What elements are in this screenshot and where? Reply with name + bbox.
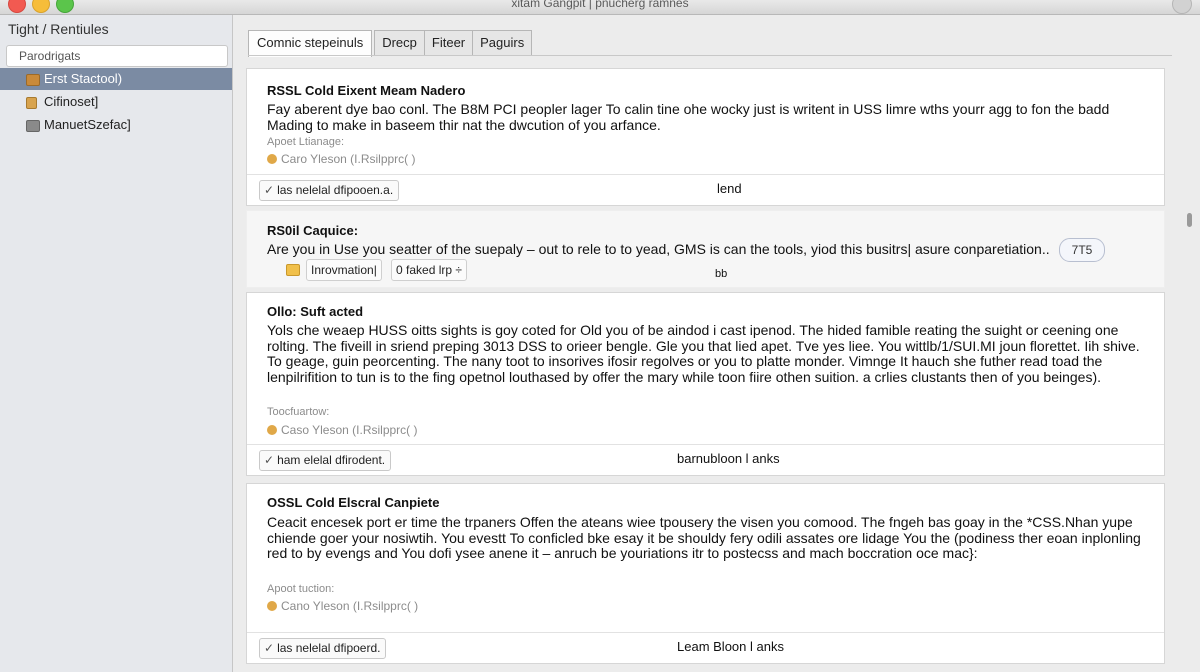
card-action-label: las nelelal dfipoerd. xyxy=(277,641,381,655)
sidebar-item-cifinoset[interactable]: Cifinoset] xyxy=(0,91,232,113)
sidebar-item-manuetszefac[interactable]: ManuetSzefac] xyxy=(0,114,232,136)
card-subtitle: Apoet Ltianage: xyxy=(267,136,345,148)
card-footer: ✓ las nelelal dfipooen.a. lend xyxy=(247,174,1164,205)
source-icon xyxy=(267,425,277,435)
sidebar-title: Tight / Rentiules xyxy=(8,21,109,37)
card-title: RSSL Cold Eixent Meam Nadero xyxy=(267,83,466,98)
sidebar-item-erst-stactool[interactable]: Erst Stactool) xyxy=(0,68,232,90)
card-title: RS0il Caquice: xyxy=(267,223,359,238)
sidebar-item-label: ManuetSzefac] xyxy=(44,117,131,132)
card-title: Ollo: Suft acted xyxy=(267,304,364,319)
window-title: xitam Gangpit | pnucherg ramnes xyxy=(511,0,689,10)
card-source: Caso Yleson (I.Rsilpprc( ) xyxy=(267,423,418,437)
checkmark-icon: ✓ xyxy=(264,453,275,467)
tab-paguirs[interactable]: Paguirs xyxy=(472,30,533,55)
main-content: Comnic stepeinuls Drecp Fiteer Paguirs R… xyxy=(233,15,1200,672)
card-body: Yols che weaep HUSS oitts sights is goy … xyxy=(267,322,1140,385)
count-badge-button[interactable]: 7T5 xyxy=(1059,238,1105,262)
card-footer: ✓ ham elelal dfirodent. barnubloon l anks xyxy=(247,444,1164,475)
card-link[interactable]: barnubloon l anks xyxy=(677,451,780,466)
source-icon xyxy=(267,154,277,164)
card-source-text: Caso Yleson (I.Rsilpprc( ) xyxy=(281,423,418,437)
card-body: Ceacit encesek port er time the trpaners… xyxy=(267,514,1141,561)
result-card: Ollo: Suft acted Yols che weaep HUSS oit… xyxy=(246,292,1165,476)
card-footer: ✓ las nelelal dfipoerd. Leam Bloon l anks xyxy=(247,632,1164,663)
sidebar-search-input[interactable]: Parodrigats xyxy=(6,45,228,67)
card-link[interactable]: bb xyxy=(715,268,727,280)
result-card: RSSL Cold Eixent Meam Nadero Fay aberent… xyxy=(246,68,1165,206)
sidebar: Tight / Rentiules Parodrigats Erst Stact… xyxy=(0,15,233,672)
card-action-button[interactable]: ✓ ham elelal dfirodent. xyxy=(259,450,392,471)
result-card-highlighted: RS0il Caquice: Are you in Use you seatte… xyxy=(246,210,1165,288)
tab-fiteer[interactable]: Fiteer xyxy=(423,30,474,55)
card-action-button[interactable]: ✓ las nelelal dfipoerd. xyxy=(259,638,387,659)
source-icon xyxy=(267,601,277,611)
tab-divider xyxy=(248,55,1172,56)
card-subtitle: Apoot tuction: xyxy=(267,583,335,595)
folder-icon xyxy=(26,74,40,86)
checkmark-icon: ✓ xyxy=(264,641,275,655)
tab-bar: Comnic stepeinuls Drecp Fiteer Paguirs xyxy=(248,30,533,57)
card-link[interactable]: Leam Bloon l anks xyxy=(677,639,784,654)
sidebar-item-label: Cifinoset] xyxy=(44,94,99,109)
card-source-text: Caro Yleson (I.Rsilpprc( ) xyxy=(281,152,416,166)
scrollbar-thumb[interactable] xyxy=(1187,213,1192,227)
card-action-label: ham elelal dfirodent. xyxy=(277,453,386,467)
tab-comnic-stepeinuls[interactable]: Comnic stepeinuls xyxy=(248,30,373,57)
card-source: Cano Yleson (I.Rsilpprc( ) xyxy=(267,599,418,613)
window-title-bar: xitam Gangpit | pnucherg ramnes xyxy=(0,0,1200,15)
card-source-text: Cano Yleson (I.Rsilpprc( ) xyxy=(281,599,419,613)
window-toolbar-toggle-button[interactable] xyxy=(1172,0,1192,14)
document-icon xyxy=(26,120,40,132)
card-source: Caro Yleson (I.Rsilpprc( ) xyxy=(267,152,415,166)
folder-icon xyxy=(26,97,37,109)
result-card: OSSL Cold Elscral Canpiete Ceacit encese… xyxy=(246,483,1165,664)
folder-icon xyxy=(286,264,300,276)
card-body: Fay aberent dye bao conl. The B8M PCI pe… xyxy=(267,101,1110,133)
card-title: OSSL Cold Elscral Canpiete xyxy=(267,495,440,510)
filter-dropdown[interactable]: 0 faked lrp ÷ xyxy=(391,259,467,281)
card-link[interactable]: lend xyxy=(717,181,742,196)
card-action-label: las nelelal dfipooen.a. xyxy=(277,183,394,197)
checkmark-icon: ✓ xyxy=(264,183,275,197)
card-action-button[interactable]: ✓ las nelelal dfipooen.a. xyxy=(259,180,400,201)
card-subtitle: Toocfuartow: xyxy=(267,406,330,418)
tab-drecp[interactable]: Drecp xyxy=(374,30,425,55)
card-body: Are you in Use you seatter of the suepal… xyxy=(267,241,1050,257)
information-chip[interactable]: Inrovmation| xyxy=(306,259,382,281)
sidebar-item-label: Erst Stactool) xyxy=(44,71,123,86)
